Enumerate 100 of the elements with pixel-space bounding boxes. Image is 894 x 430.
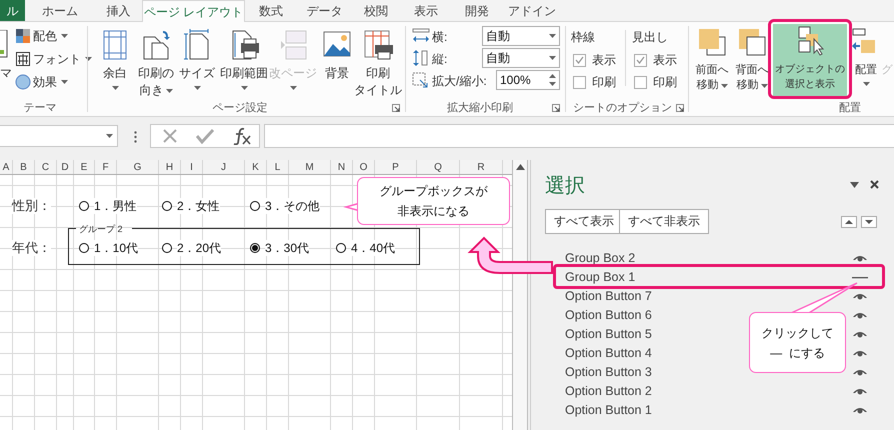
- ribbon-tab[interactable]: 表示: [400, 0, 452, 21]
- pane-item[interactable]: Option Button 1: [565, 402, 652, 418]
- eye-icon[interactable]: [853, 406, 867, 414]
- column-header[interactable]: J: [203, 160, 245, 174]
- eye-icon[interactable]: [853, 368, 867, 376]
- ribbon-button[interactable]: 背面へ 移動: [733, 27, 771, 93]
- column-header[interactable]: Q: [417, 160, 460, 174]
- formula-input[interactable]: [264, 124, 894, 148]
- ribbon-button[interactable]: 配置: [851, 27, 881, 86]
- width-arrows-icon: [412, 28, 430, 44]
- option-label: 1．男性: [94, 198, 137, 214]
- checkbox[interactable]: 表示: [634, 51, 677, 69]
- radio-button[interactable]: [250, 201, 260, 211]
- column-header[interactable]: N: [331, 160, 353, 174]
- check-icon: [575, 56, 584, 64]
- pane-item[interactable]: Group Box 1: [565, 269, 636, 285]
- checkbox[interactable]: 印刷: [573, 73, 616, 91]
- option-label: 1．10代: [94, 240, 138, 256]
- ribbon-button[interactable]: オブジェクトの 選択と表示: [773, 24, 847, 96]
- column-header[interactable]: G: [117, 160, 159, 174]
- ribbon-tab[interactable]: データ: [297, 0, 352, 21]
- column-header[interactable]: P: [375, 160, 417, 174]
- ribbon-button[interactable]: 前面へ 移動: [693, 27, 731, 93]
- column-header[interactable]: F: [95, 160, 117, 174]
- ribbon-button[interactable]: 配色: [15, 27, 68, 45]
- move-down-icon[interactable]: [861, 216, 877, 228]
- ribbon-button[interactable]: フォント: [15, 50, 92, 68]
- radio-button[interactable]: [79, 243, 89, 253]
- caret-icon: [862, 82, 870, 86]
- ribbon-tab[interactable]: アドイン: [502, 0, 562, 21]
- ribbon-tab[interactable]: 開発: [452, 0, 502, 21]
- column-header[interactable]: I: [181, 160, 203, 174]
- pane-item[interactable]: Option Button 7: [565, 288, 652, 304]
- ribbon-button[interactable]: 印刷の 向き: [137, 29, 175, 99]
- pane-item[interactable]: Option Button 2: [565, 383, 652, 399]
- column-header[interactable]: H: [159, 160, 181, 174]
- dialog-launcher-icon[interactable]: [676, 104, 684, 112]
- radio-button[interactable]: [79, 201, 89, 211]
- pane-item[interactable]: Group Box 2: [565, 250, 636, 266]
- ribbon-tab[interactable]: 挿入: [95, 0, 142, 21]
- checkbox[interactable]: 表示: [573, 51, 616, 69]
- caret-icon: [720, 84, 728, 88]
- column-header[interactable]: B: [13, 160, 35, 174]
- column-header[interactable]: M: [289, 160, 331, 174]
- radio-button[interactable]: [162, 243, 172, 253]
- checkbox[interactable]: 印刷: [634, 73, 677, 91]
- ribbon-button[interactable]: サイズ: [180, 29, 214, 90]
- ribbon-button[interactable]: マ: [0, 64, 12, 82]
- group-caption: グループ 2: [78, 224, 124, 234]
- ribbon-tab[interactable]: ル: [0, 0, 25, 21]
- ribbon-tab[interactable]: ページ レイアウト: [142, 0, 245, 22]
- dialog-launcher-icon[interactable]: [552, 104, 560, 112]
- ribbon-button[interactable]: 印刷範囲: [218, 29, 270, 90]
- column-header[interactable]: A: [0, 160, 13, 174]
- eye-icon[interactable]: [853, 349, 867, 357]
- ribbon-tab[interactable]: 数式: [245, 0, 297, 21]
- scroll-bar[interactable]: [512, 160, 528, 430]
- pane-item[interactable]: Option Button 3: [565, 364, 652, 380]
- scale-icon: [412, 72, 430, 88]
- column-header[interactable]: R: [460, 160, 503, 174]
- pane-item[interactable]: Option Button 4: [565, 345, 652, 361]
- radio-button[interactable]: [336, 243, 346, 253]
- dropdown-field[interactable]: 自動: [482, 48, 560, 68]
- ribbon-button[interactable]: 効果: [15, 73, 68, 91]
- column-header[interactable]: L: [267, 160, 289, 174]
- scroll-up-icon[interactable]: [516, 164, 524, 170]
- eye-icon[interactable]: [853, 311, 867, 319]
- eye-icon[interactable]: [853, 254, 867, 262]
- dash-icon[interactable]: [852, 277, 868, 279]
- eye-icon[interactable]: [853, 387, 867, 395]
- function-icon[interactable]: [232, 127, 252, 145]
- close-icon[interactable]: [870, 180, 879, 189]
- column-header[interactable]: C: [35, 160, 57, 174]
- font-grid-icon: [15, 51, 31, 67]
- dialog-launcher-icon[interactable]: [392, 104, 400, 112]
- option-heading: 枠線: [571, 29, 595, 46]
- column-header[interactable]: D: [57, 160, 74, 174]
- ribbon-button[interactable]: 余白: [98, 29, 132, 90]
- pane-item[interactable]: Option Button 6: [565, 307, 652, 323]
- theme-icon[interactable]: [0, 30, 8, 58]
- dropdown-icon[interactable]: [850, 182, 859, 188]
- color-palette-icon: [15, 28, 31, 44]
- radio-button[interactable]: [162, 201, 172, 211]
- column-header[interactable]: K: [245, 160, 267, 174]
- spinner-field[interactable]: 100%: [496, 70, 560, 90]
- column-header[interactable]: E: [74, 160, 95, 174]
- eye-icon[interactable]: [853, 330, 867, 338]
- eye-icon[interactable]: [853, 292, 867, 300]
- move-up-icon[interactable]: [841, 216, 857, 228]
- column-header[interactable]: O: [353, 160, 375, 174]
- ribbon-tab[interactable]: 校閲: [352, 0, 400, 21]
- ribbon-button[interactable]: 背景: [320, 29, 354, 82]
- radio-button[interactable]: [250, 243, 260, 253]
- pane-item[interactable]: Option Button 5: [565, 326, 652, 342]
- enter-check-icon[interactable]: [196, 128, 214, 144]
- option-label: 4．40代: [351, 240, 396, 256]
- spinner-arrows-icon[interactable]: [549, 74, 556, 86]
- ribbon-tab[interactable]: ホーム: [25, 0, 95, 21]
- dropdown-field[interactable]: 自動: [482, 26, 560, 46]
- pane-button[interactable]: すべて非表示: [619, 209, 709, 234]
